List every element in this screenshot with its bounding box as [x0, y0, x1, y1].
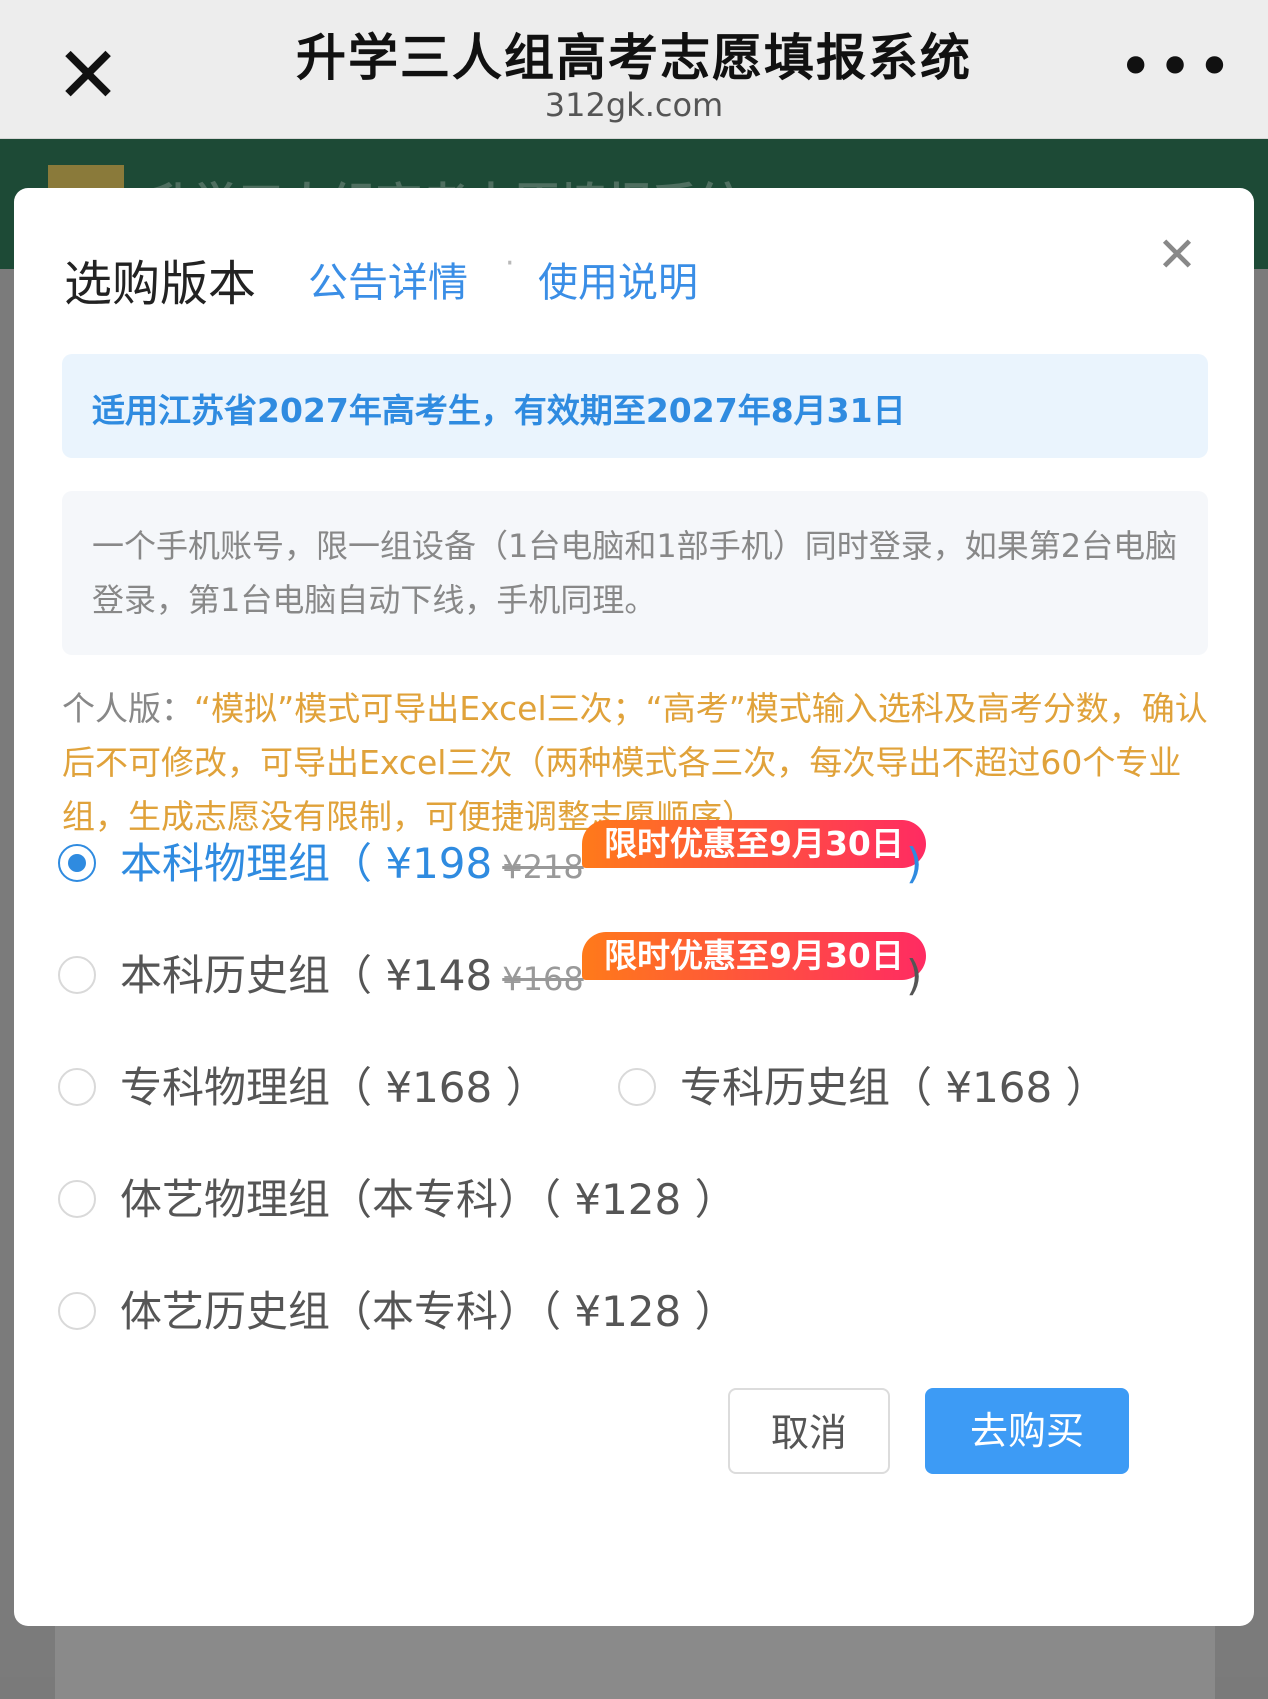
buy-button[interactable]: 去购买: [925, 1388, 1129, 1474]
option-label: 体艺历史组（本专科）（ ¥128 ）: [120, 1287, 737, 1336]
validity-text: 适用江苏省2027年高考生，有效期至2027年8月31日: [92, 391, 906, 430]
original-price: ¥168: [502, 960, 584, 998]
option-label: 本科物理组（ ¥198 ¥218: [120, 839, 584, 888]
radio-undergrad-history[interactable]: [58, 956, 96, 994]
original-price: ¥218: [502, 848, 584, 886]
radio-college-history[interactable]: [618, 1068, 656, 1106]
login-rule-text: 一个手机账号，限一组设备（1台电脑和1部手机）同时登录，如果第2台电脑登录，第1…: [92, 527, 1178, 619]
radio-college-physics[interactable]: [58, 1068, 96, 1106]
option-label: 专科物理组（ ¥168 ）: [120, 1063, 548, 1112]
radio-arts-sports-history[interactable]: [58, 1292, 96, 1330]
option-label: 专科历史组（ ¥168 ）: [680, 1063, 1108, 1112]
dialog-close-icon[interactable]: ✕: [1152, 230, 1202, 280]
option-close-paren: ): [906, 839, 923, 888]
cancel-button[interactable]: 取消: [728, 1388, 890, 1474]
option-college-history[interactable]: 专科历史组（ ¥168 ）: [618, 1058, 1108, 1118]
browser-top-bar: ✕ 升学三人组高考志愿填报系统 312gk.com •••: [0, 0, 1268, 139]
notice-details-link[interactable]: 公告详情: [308, 250, 468, 308]
usage-guide-link[interactable]: 使用说明: [538, 250, 698, 308]
option-arts-sports-physics[interactable]: 体艺物理组（本专科）（ ¥128 ）: [58, 1170, 758, 1230]
radio-undergrad-physics[interactable]: [58, 844, 96, 882]
select-version-dialog: 选购版本 公告详情 · 使用说明 ✕ 适用江苏省2027年高考生，有效期至202…: [14, 188, 1254, 1626]
page-domain: 312gk.com: [544, 86, 724, 124]
option-undergrad-history[interactable]: 本科历史组（ ¥148 ¥168 限时优惠至9月30日 ): [58, 932, 958, 1006]
dialog-title: 选购版本: [64, 256, 257, 312]
link-separator: ·: [505, 246, 515, 281]
login-rule-box: 一个手机账号，限一组设备（1台电脑和1部手机）同时登录，如果第2台电脑登录，第1…: [62, 491, 1208, 655]
radio-arts-sports-physics[interactable]: [58, 1180, 96, 1218]
option-label: 本科历史组（ ¥148 ¥168: [120, 951, 584, 1000]
more-icon[interactable]: •••: [1118, 37, 1232, 97]
promo-badge: 限时优惠至9月30日: [582, 820, 926, 868]
option-label: 体艺物理组（本专科）（ ¥128 ）: [120, 1175, 737, 1224]
note-label: 个人版：: [62, 689, 194, 728]
option-arts-sports-history[interactable]: 体艺历史组（本专科）（ ¥128 ）: [58, 1282, 758, 1342]
option-close-paren: ): [906, 951, 923, 1000]
option-college-physics[interactable]: 专科物理组（ ¥168 ）: [58, 1058, 548, 1118]
promo-badge: 限时优惠至9月30日: [582, 932, 926, 980]
validity-banner: 适用江苏省2027年高考生，有效期至2027年8月31日: [62, 354, 1208, 458]
option-undergrad-physics[interactable]: 本科物理组（ ¥198 ¥218 限时优惠至9月30日 ): [58, 820, 958, 894]
page-title: 升学三人组高考志愿填报系统: [296, 29, 972, 87]
note-text: “模拟”模式可导出Excel三次；“高考”模式输入选科及高考分数，确认后不可修改…: [62, 689, 1208, 836]
